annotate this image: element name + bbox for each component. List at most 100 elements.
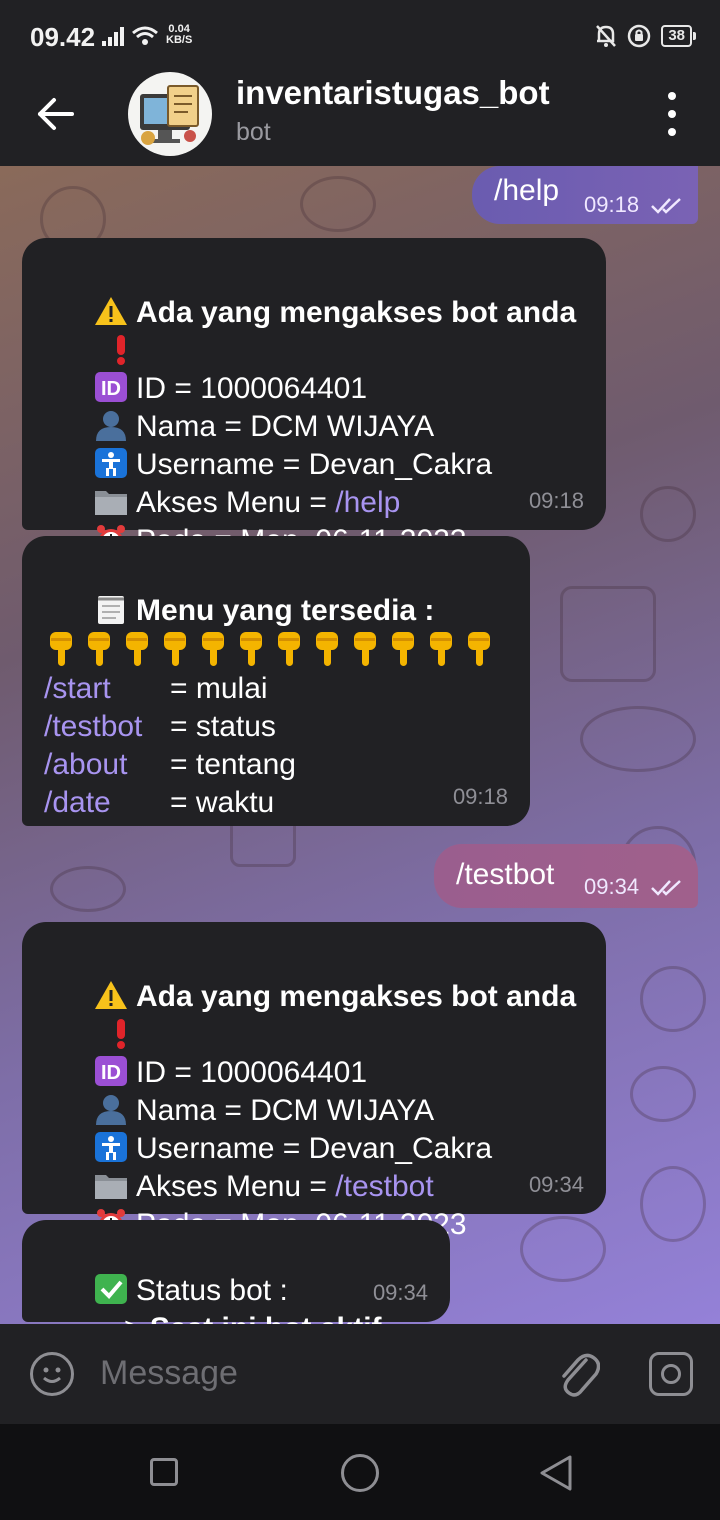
chat-header: inventaristugas_bot bot <box>0 72 720 166</box>
incoming-message[interactable]: Menu yang tersedia : /start = mulai/testb… <box>22 536 530 826</box>
accessibility-icon <box>95 1132 128 1162</box>
pointing-down-icon <box>164 632 186 666</box>
message-input[interactable]: Message <box>100 1354 238 1393</box>
attach-icon[interactable] <box>554 1348 600 1398</box>
id-value: ID = 1000064401 <box>136 372 368 405</box>
pointing-down-icon <box>50 632 72 666</box>
status-line: Status bot : <box>44 1234 428 1307</box>
background-doodle <box>640 966 706 1032</box>
message-time: 09:18 <box>528 488 584 513</box>
pointing-down-icon <box>468 632 490 666</box>
background-doodle <box>640 486 696 542</box>
camera-icon[interactable] <box>649 1352 693 1396</box>
outgoing-message[interactable]: /help 09:18 <box>472 166 698 224</box>
arrow-prefix: ---> <box>94 1312 150 1324</box>
username-value: Username = Devan_Cakra <box>136 448 493 481</box>
pointing-down-icon <box>240 632 262 666</box>
command-description: = waktu <box>170 786 275 819</box>
command-link[interactable]: /start <box>44 670 170 708</box>
incoming-message[interactable]: Ada yang mengakses bot anda ID ID = 10000… <box>22 922 606 1241</box>
command-description: = status <box>170 710 276 743</box>
status-bar: 09.42 0.04 KB/S 38 <box>0 0 720 72</box>
smile-icon[interactable] <box>30 1352 74 1396</box>
notifications-off-icon <box>596 25 617 47</box>
message-heading: Ada yang mengakses bot anda <box>136 980 577 1013</box>
message-input-bar: Message <box>0 1324 720 1424</box>
background-doodle <box>630 1066 696 1122</box>
chat-title[interactable]: inventaristugas_bot <box>236 74 550 112</box>
incoming-message[interactable]: Ada yang mengakses bot anda ID ID = 10000… <box>22 238 606 557</box>
akses-label: Akses Menu = <box>136 1170 336 1203</box>
incoming-message[interactable]: Status bot : ---> Saat ini bot aktif... … <box>22 1220 450 1324</box>
pointing-down-icon <box>202 632 224 666</box>
menu-item: /date = waktu <box>44 784 508 822</box>
nav-back-icon[interactable] <box>538 1454 574 1492</box>
message-heading-line: Menu yang tersedia : <box>44 554 508 627</box>
menu-item: /testbot = status <box>44 708 508 746</box>
exclamation-icon <box>117 1019 126 1049</box>
pointing-down-icon <box>88 632 110 666</box>
id-icon: ID <box>95 1056 128 1086</box>
person-icon <box>96 1095 127 1125</box>
status-time: 09.42 <box>30 22 96 52</box>
pointing-down-icon <box>126 632 148 666</box>
pointing-down-icon <box>430 632 452 666</box>
home-icon[interactable] <box>341 1454 379 1492</box>
message-heading-line: Ada yang mengakses bot anda <box>44 256 584 365</box>
nama-value: Nama = DCM WIJAYA <box>136 1094 435 1127</box>
network-speed: 0.04 KB/S <box>166 24 192 46</box>
back-arrow-icon[interactable] <box>34 92 78 136</box>
bot-avatar[interactable] <box>128 72 212 156</box>
speed-unit: KB/S <box>166 34 193 46</box>
background-doodle <box>50 866 126 912</box>
check-mark-icon <box>95 1274 128 1304</box>
warning-icon <box>95 297 128 325</box>
id-icon: ID <box>95 372 128 402</box>
menu-item: /start = mulai <box>44 670 508 708</box>
chat-subtitle: bot <box>236 118 271 146</box>
recent-apps-icon[interactable] <box>150 1458 178 1486</box>
command-link[interactable]: /about <box>44 746 170 784</box>
person-icon <box>96 411 127 441</box>
message-text: /testbot <box>456 858 555 891</box>
pointing-down-icon <box>392 632 414 666</box>
double-check-icon <box>651 198 681 214</box>
background-doodle <box>580 706 696 772</box>
id-value: ID = 1000064401 <box>136 1056 368 1089</box>
accessibility-icon <box>95 448 128 478</box>
command-link[interactable]: /help <box>335 486 400 519</box>
message-text: /help <box>494 174 560 207</box>
message-time: 09:18 <box>452 784 508 809</box>
signal-icon <box>102 26 124 46</box>
status-right-icons: 38 <box>595 24 696 48</box>
command-link[interactable]: /date <box>44 784 170 822</box>
pointing-emoji-row <box>44 630 508 670</box>
folder-icon <box>95 491 128 515</box>
pointing-down-icon <box>316 632 338 666</box>
chat-area[interactable]: /help 09:18 Ada yang mengakses bot anda … <box>0 166 720 1324</box>
exclamation-icon <box>117 335 126 365</box>
nama-value: Nama = DCM WIJAYA <box>136 410 435 443</box>
message-time: 09:34 <box>528 1172 584 1197</box>
status-text: Status bot : <box>136 1274 288 1307</box>
outgoing-message[interactable]: /testbot 09:34 <box>434 844 698 908</box>
username-value: Username = Devan_Cakra <box>136 1132 493 1165</box>
message-heading: Ada yang mengakses bot anda <box>136 296 577 329</box>
background-doodle <box>560 586 656 682</box>
notepad-icon <box>98 596 125 624</box>
svg-text:ID: ID <box>101 1062 121 1084</box>
pointing-down-icon <box>278 632 300 666</box>
command-link[interactable]: /testbot <box>335 1170 433 1203</box>
pointing-down-icon <box>354 632 376 666</box>
system-navigation-bar <box>0 1424 720 1520</box>
message-time: 09:18 <box>584 192 640 217</box>
background-doodle <box>300 176 376 232</box>
background-doodle <box>520 1216 606 1282</box>
double-check-icon <box>651 880 681 896</box>
message-heading: Menu yang tersedia : <box>136 594 435 627</box>
more-vert-icon[interactable] <box>660 92 684 136</box>
svg-text:ID: ID <box>101 378 121 400</box>
command-link[interactable]: /testbot <box>44 708 170 746</box>
background-doodle <box>640 1166 706 1242</box>
message-time: 09:34 <box>584 874 640 899</box>
